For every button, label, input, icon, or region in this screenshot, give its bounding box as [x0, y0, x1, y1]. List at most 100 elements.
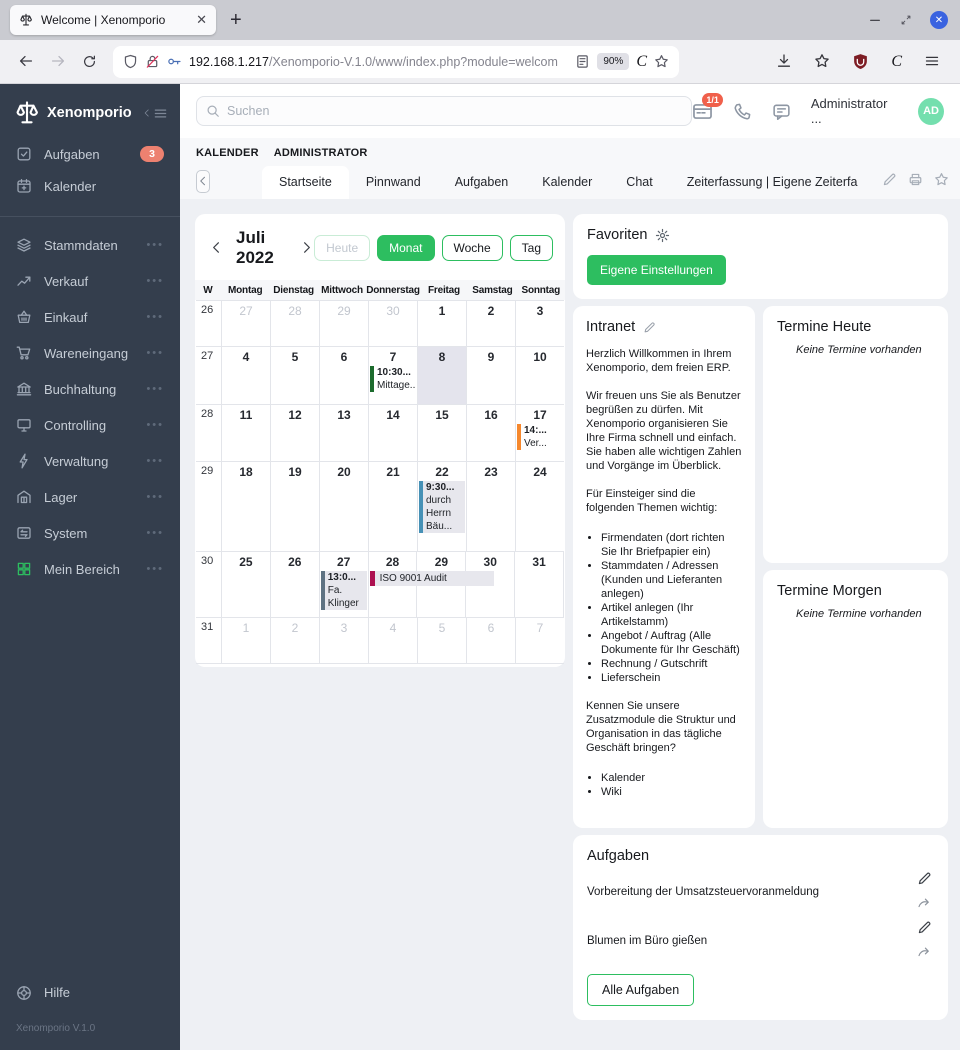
sidebar-item-einkauf[interactable]: Einkauf •••: [0, 299, 180, 335]
extension-c-icon[interactable]: C: [891, 53, 902, 70]
day-cell-3[interactable]: 3: [516, 301, 564, 346]
adblock-shield-icon[interactable]: [852, 53, 869, 71]
sidebar-item-wareneingang[interactable]: Wareneingang •••: [0, 335, 180, 371]
chat-icon[interactable]: [772, 102, 791, 121]
day-cell-8[interactable]: 8: [418, 347, 467, 404]
day-cell-22[interactable]: 22 9:30... durch Herrn Bäu...: [418, 462, 467, 551]
window-restore-button[interactable]: [900, 11, 912, 29]
view-button-monat[interactable]: Monat: [377, 235, 435, 261]
day-cell-6[interactable]: 6: [467, 618, 516, 663]
insecure-lock-icon[interactable]: [145, 54, 160, 69]
view-button-tag[interactable]: Tag: [509, 235, 553, 261]
day-cell-6[interactable]: 6: [320, 347, 369, 404]
phone-icon[interactable]: [733, 102, 752, 121]
more-dots-icon[interactable]: •••: [146, 239, 164, 251]
search-input[interactable]: [227, 104, 682, 118]
chevron-left-icon[interactable]: [209, 240, 224, 255]
bookmarks-star-icon[interactable]: [814, 53, 830, 69]
calendar-event[interactable]: 9:30... durch Herrn Bäu...: [419, 481, 465, 533]
zoom-level-badge[interactable]: 90%: [597, 53, 630, 70]
day-cell-4[interactable]: 4: [369, 618, 418, 663]
day-cell-9[interactable]: 9: [467, 347, 516, 404]
extension-c-icon[interactable]: C: [636, 53, 647, 70]
day-cell-4[interactable]: 4: [222, 347, 271, 404]
day-cell-7[interactable]: 7: [516, 618, 564, 663]
sidebar-item-kalender[interactable]: Kalender: [0, 170, 180, 202]
more-dots-icon[interactable]: •••: [146, 527, 164, 539]
sidebar-item-system[interactable]: System •••: [0, 515, 180, 551]
more-dots-icon[interactable]: •••: [146, 311, 164, 323]
day-cell-12[interactable]: 12: [271, 405, 320, 461]
day-cell-13[interactable]: 13: [320, 405, 369, 461]
day-cell-27[interactable]: 27 13:0... Fa. Klinger: [320, 552, 369, 617]
bookmark-star-icon[interactable]: [654, 54, 669, 69]
reader-view-icon[interactable]: [575, 54, 590, 69]
tabs-back-button[interactable]: [196, 169, 210, 193]
browser-tab[interactable]: Welcome | Xenomporio ✕: [10, 5, 216, 35]
task-forward-arrow-icon[interactable]: [917, 896, 932, 911]
password-key-icon[interactable]: [167, 54, 182, 69]
day-cell-2[interactable]: 2: [467, 301, 516, 346]
browser-reload-button[interactable]: [82, 53, 97, 71]
more-dots-icon[interactable]: •••: [146, 383, 164, 395]
more-dots-icon[interactable]: •••: [146, 455, 164, 467]
day-cell-17[interactable]: 17 14:... Ver...: [516, 405, 564, 461]
menu-hamburger-icon[interactable]: [924, 53, 940, 71]
downloads-icon[interactable]: [776, 53, 792, 71]
day-cell-25[interactable]: 25: [222, 552, 271, 617]
day-cell-29[interactable]: 29: [320, 301, 369, 346]
day-cell-5[interactable]: 5: [418, 618, 467, 663]
search-box[interactable]: [196, 96, 692, 126]
day-cell-26[interactable]: 26: [271, 552, 320, 617]
more-dots-icon[interactable]: •••: [146, 419, 164, 431]
tracking-shield-icon[interactable]: [123, 54, 138, 69]
view-button-heute[interactable]: Heute: [314, 235, 371, 261]
sidebar-item-verwaltung[interactable]: Verwaltung •••: [0, 443, 180, 479]
calendar-prev-button[interactable]: [209, 239, 224, 257]
bookmark-star-icon[interactable]: [654, 54, 669, 69]
notifications-icon[interactable]: 1/1: [692, 92, 723, 122]
view-button-woche[interactable]: Woche: [441, 235, 503, 261]
more-dots-icon[interactable]: •••: [146, 563, 164, 575]
tab-kalender[interactable]: Kalender: [525, 166, 609, 199]
edit-pencil-icon[interactable]: [882, 172, 897, 187]
bookmarks-icon[interactable]: [814, 53, 830, 71]
forward-arrow-icon[interactable]: [50, 53, 66, 69]
day-cell-11[interactable]: 11: [222, 405, 271, 461]
sidebar-item-lager[interactable]: Lager •••: [0, 479, 180, 515]
tab-chat[interactable]: Chat: [609, 166, 669, 199]
more-dots-icon[interactable]: •••: [146, 275, 164, 287]
sidebar-item-buchhaltung[interactable]: Buchhaltung •••: [0, 371, 180, 407]
day-cell-10[interactable]: 10: [516, 347, 564, 404]
more-dots-icon[interactable]: •••: [146, 491, 164, 503]
day-cell-27[interactable]: 27: [222, 301, 271, 346]
reload-icon[interactable]: [82, 54, 97, 69]
day-cell-28[interactable]: 28: [271, 301, 320, 346]
edit-pencil-icon[interactable]: [882, 171, 897, 189]
day-cell-21[interactable]: 21: [369, 462, 418, 551]
downloads-icon[interactable]: [776, 53, 792, 69]
sidebar-item-verkauf[interactable]: Verkauf •••: [0, 263, 180, 299]
day-cell-23[interactable]: 23: [467, 462, 516, 551]
day-cell-3[interactable]: 3: [320, 618, 369, 663]
sidebar-item-controlling[interactable]: Controlling •••: [0, 407, 180, 443]
browser-forward-button[interactable]: [50, 53, 66, 71]
more-dots-icon[interactable]: •••: [146, 347, 164, 359]
task-edit-pencil-icon[interactable]: [917, 920, 932, 935]
printer-icon[interactable]: [908, 171, 923, 189]
window-minimize-button[interactable]: [868, 11, 882, 29]
day-cell-2[interactable]: 2: [271, 618, 320, 663]
day-cell-5[interactable]: 5: [271, 347, 320, 404]
reader-view-icon[interactable]: [575, 54, 590, 69]
chat-icon[interactable]: [772, 102, 791, 121]
restore-icon[interactable]: [900, 14, 912, 26]
day-cell-31[interactable]: 31: [515, 552, 565, 617]
adblock-shield-icon[interactable]: [852, 53, 869, 70]
calendar-next-button[interactable]: [299, 239, 314, 257]
sidebar-collapse-button[interactable]: [142, 106, 168, 121]
calendar-span-event[interactable]: ISO 9001 Audit: [369, 571, 495, 586]
url-bar[interactable]: 192.168.1.217/Xenomporio-V.1.0/www/index…: [113, 45, 679, 78]
tab-close-icon[interactable]: ✕: [196, 12, 207, 28]
browser-back-button[interactable]: [18, 53, 34, 71]
gear-icon[interactable]: [655, 227, 670, 243]
